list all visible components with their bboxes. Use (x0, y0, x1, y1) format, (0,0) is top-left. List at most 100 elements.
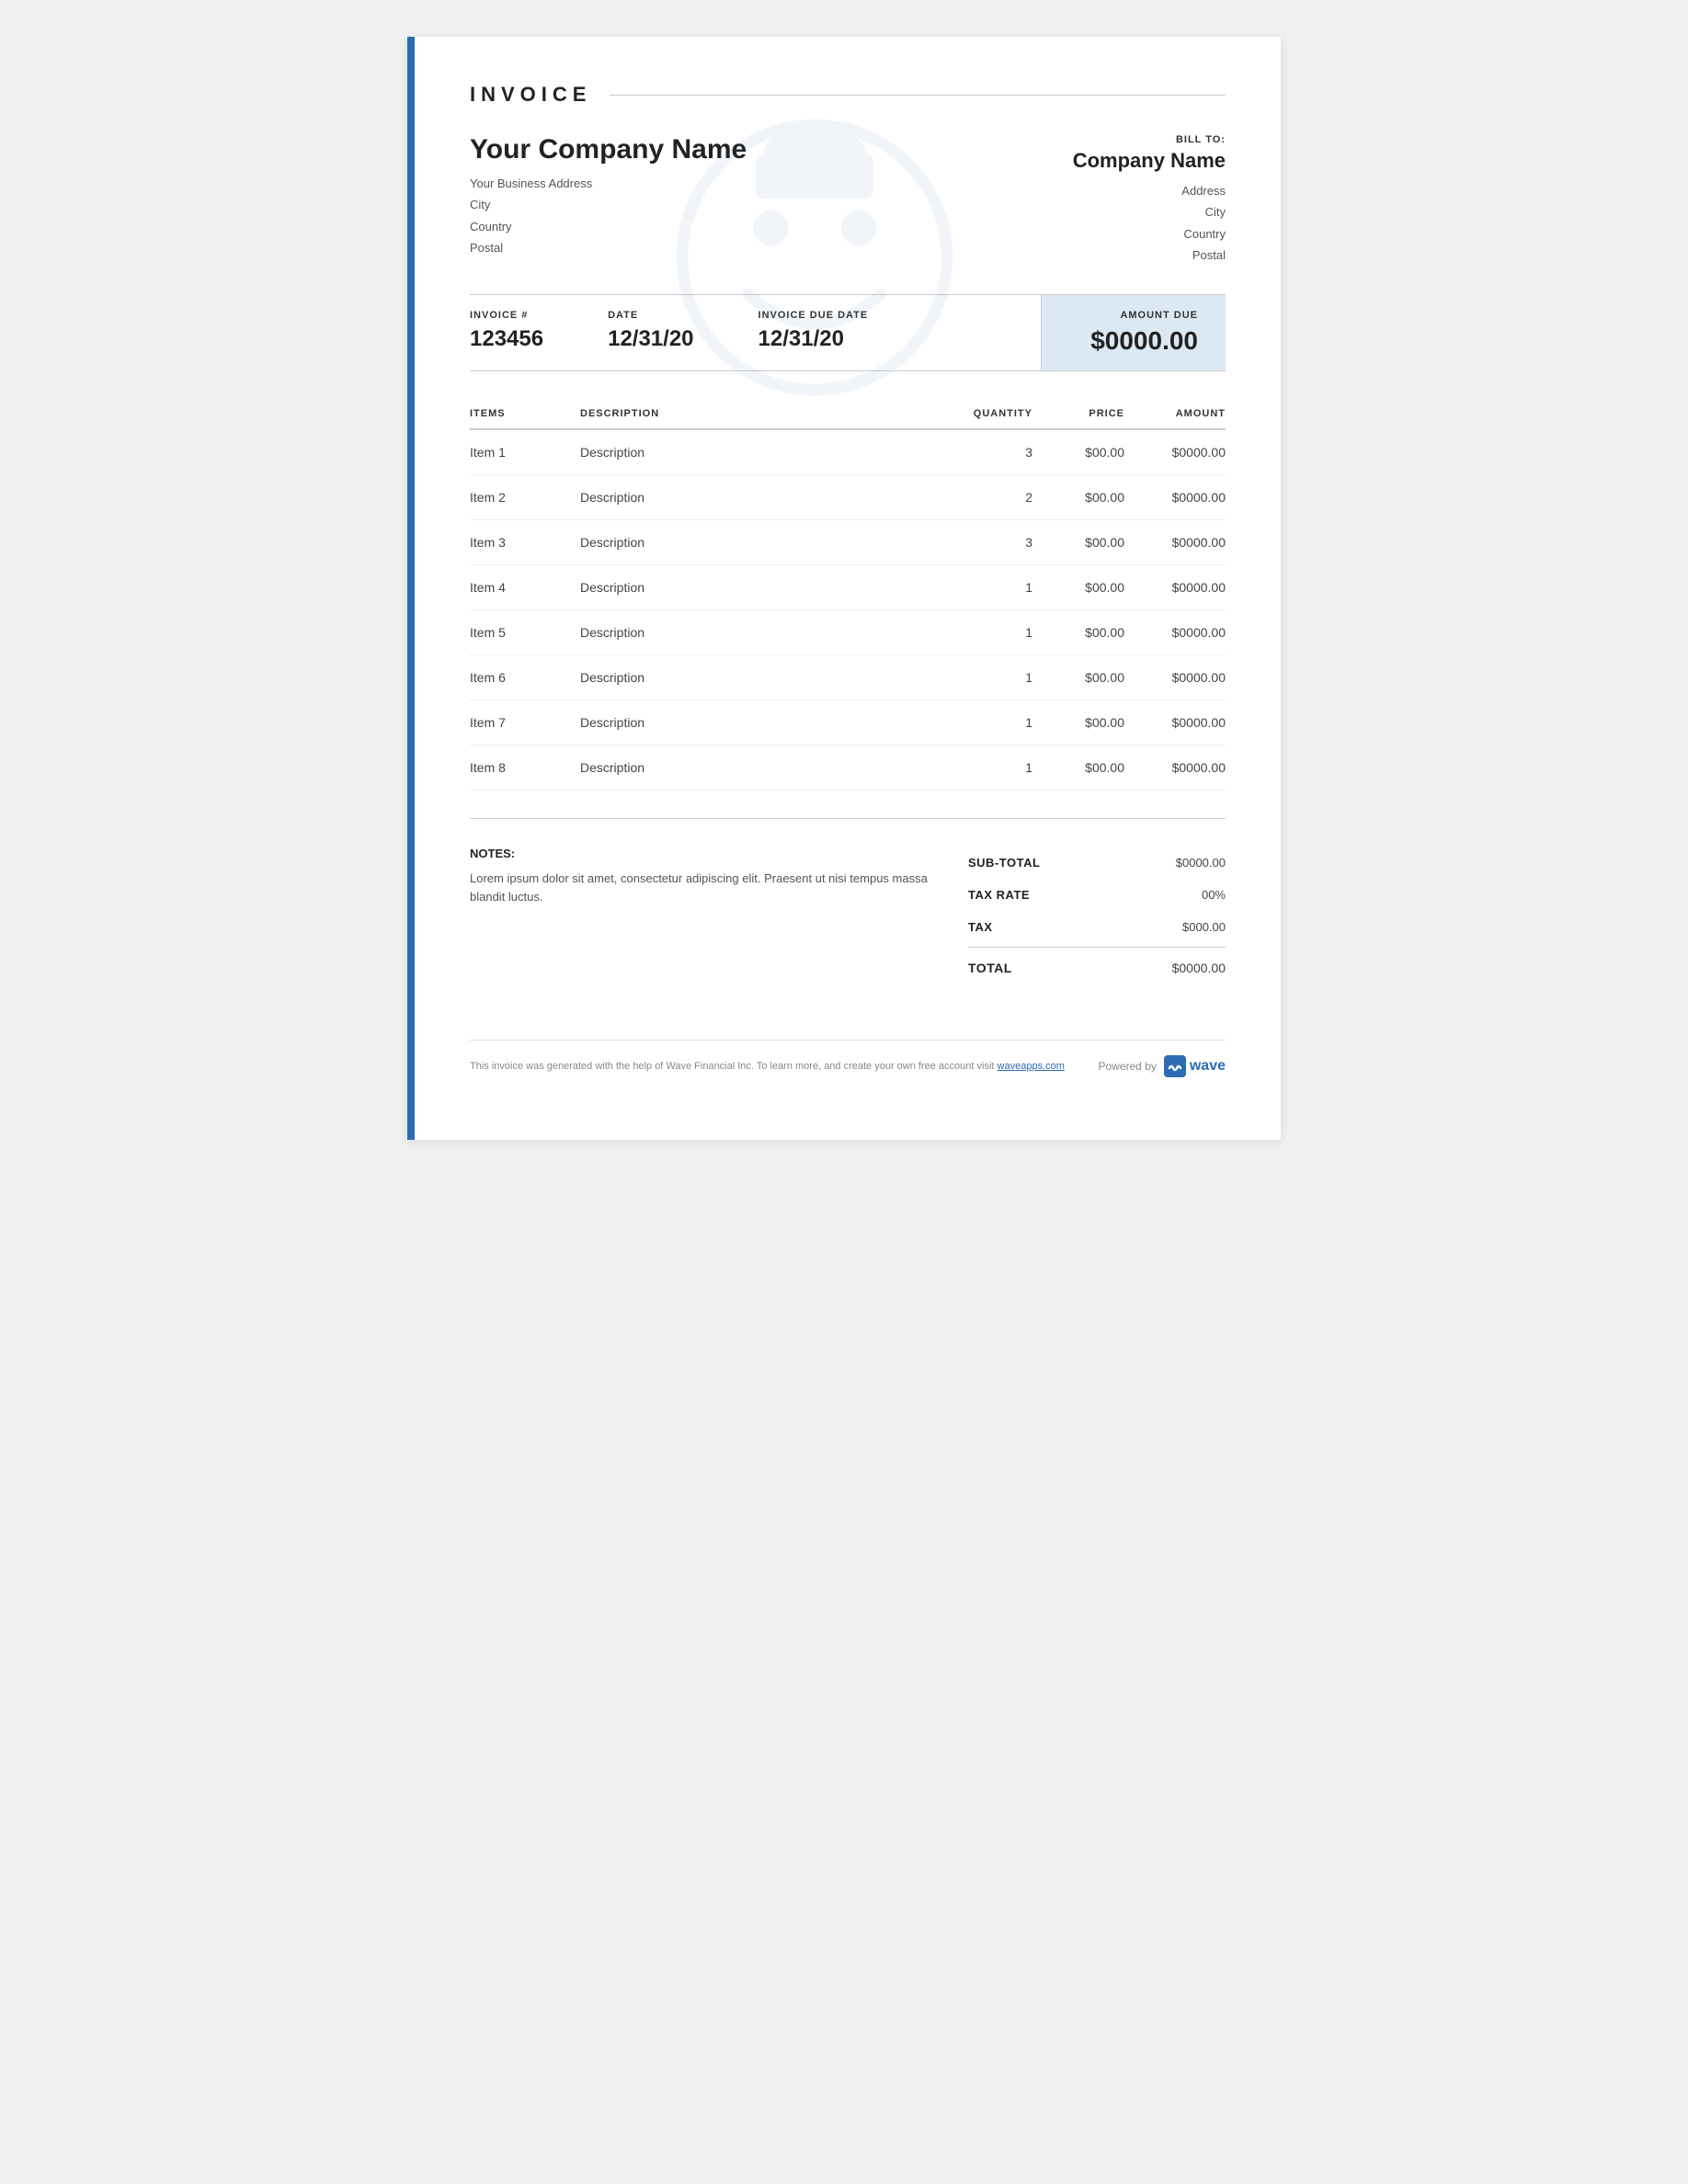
notes-block: NOTES: Lorem ipsum dolor sit amet, conse… (470, 847, 931, 984)
col-header-quantity: QUANTITY (941, 399, 1032, 429)
date-label: DATE (608, 310, 693, 321)
from-company-name: Your Company Name (470, 134, 747, 165)
section-divider (470, 818, 1226, 819)
item-amount: $0000.00 (1124, 519, 1226, 564)
tax-value: $000.00 (1182, 920, 1226, 934)
totals-block: SUB-TOTAL $0000.00 TAX RATE 00% TAX $000… (968, 847, 1226, 984)
wave-icon (1164, 1055, 1186, 1077)
to-company-name: Company Name (1073, 149, 1226, 173)
item-quantity: 3 (941, 519, 1032, 564)
item-amount: $0000.00 (1124, 654, 1226, 700)
invoice-title-row: INVOICE (470, 83, 1226, 107)
notes-text: Lorem ipsum dolor sit amet, consectetur … (470, 870, 931, 908)
item-name: Item 4 (470, 564, 580, 609)
wave-label: wave (1190, 1058, 1226, 1075)
item-description: Description (580, 745, 941, 790)
items-table: ITEMS DESCRIPTION QUANTITY PRICE AMOUNT … (470, 399, 1226, 791)
table-row: Item 3 Description 3 $00.00 $0000.00 (470, 519, 1226, 564)
to-block: BILL TO: Company Name Address City Count… (1073, 134, 1226, 267)
item-amount: $0000.00 (1124, 700, 1226, 745)
invoice-page: INVOICE Your Company Name Your Business … (407, 37, 1281, 1140)
total-row: TOTAL $0000.00 (968, 951, 1226, 984)
item-name: Item 6 (470, 654, 580, 700)
tax-rate-row: TAX RATE 00% (968, 879, 1226, 911)
tax-rate-label: TAX RATE (968, 888, 1030, 902)
due-date-label: INVOICE DUE DATE (758, 310, 869, 321)
item-description: Description (580, 700, 941, 745)
table-row: Item 1 Description 3 $00.00 $0000.00 (470, 429, 1226, 475)
footer-text-content: This invoice was generated with the help… (470, 1061, 994, 1072)
col-header-amount: AMOUNT (1124, 399, 1226, 429)
total-label: TOTAL (968, 961, 1012, 975)
table-row: Item 5 Description 1 $00.00 $0000.00 (470, 609, 1226, 654)
item-name: Item 7 (470, 700, 580, 745)
item-amount: $0000.00 (1124, 564, 1226, 609)
footer-powered: Powered by wave (1098, 1055, 1226, 1077)
item-price: $00.00 (1032, 700, 1124, 745)
table-row: Item 7 Description 1 $00.00 $0000.00 (470, 700, 1226, 745)
date-cell: DATE 12/31/20 (608, 295, 721, 370)
to-address: Address (1073, 180, 1226, 201)
bottom-section: NOTES: Lorem ipsum dolor sit amet, conse… (470, 847, 1226, 984)
item-description: Description (580, 519, 941, 564)
invoice-title: INVOICE (470, 83, 591, 107)
invoice-content: INVOICE Your Company Name Your Business … (407, 37, 1281, 1123)
item-quantity: 1 (941, 564, 1032, 609)
item-quantity: 1 (941, 654, 1032, 700)
title-divider (610, 95, 1226, 96)
subtotal-row: SUB-TOTAL $0000.00 (968, 847, 1226, 879)
item-description: Description (580, 654, 941, 700)
item-description: Description (580, 609, 941, 654)
table-row: Item 2 Description 2 $00.00 $0000.00 (470, 474, 1226, 519)
from-block: Your Company Name Your Business Address … (470, 134, 747, 267)
col-header-items: ITEMS (470, 399, 580, 429)
meta-left: INVOICE # 123456 DATE 12/31/20 INVOICE D… (470, 295, 1042, 370)
amount-due-label: AMOUNT DUE (1120, 310, 1198, 321)
item-name: Item 1 (470, 429, 580, 475)
item-price: $00.00 (1032, 745, 1124, 790)
item-amount: $0000.00 (1124, 609, 1226, 654)
powered-by-text: Powered by (1098, 1060, 1156, 1073)
item-price: $00.00 (1032, 429, 1124, 475)
item-quantity: 2 (941, 474, 1032, 519)
from-postal: Postal (470, 237, 747, 258)
item-price: $00.00 (1032, 519, 1124, 564)
item-price: $00.00 (1032, 474, 1124, 519)
item-quantity: 1 (941, 609, 1032, 654)
item-amount: $0000.00 (1124, 429, 1226, 475)
tax-rate-value: 00% (1202, 888, 1226, 902)
meta-section: INVOICE # 123456 DATE 12/31/20 INVOICE D… (470, 294, 1226, 371)
due-date-cell: INVOICE DUE DATE 12/31/20 (758, 295, 896, 370)
item-name: Item 5 (470, 609, 580, 654)
notes-label: NOTES: (470, 847, 931, 860)
item-description: Description (580, 429, 941, 475)
table-row: Item 4 Description 1 $00.00 $0000.00 (470, 564, 1226, 609)
totals-divider (968, 947, 1226, 948)
item-description: Description (580, 474, 941, 519)
wave-logo: wave (1164, 1055, 1226, 1077)
invoice-num-cell: INVOICE # 123456 (470, 295, 571, 370)
item-name: Item 3 (470, 519, 580, 564)
to-country: Country (1073, 223, 1226, 245)
table-header-row: ITEMS DESCRIPTION QUANTITY PRICE AMOUNT (470, 399, 1226, 429)
invoice-num-label: INVOICE # (470, 310, 543, 321)
table-row: Item 8 Description 1 $00.00 $0000.00 (470, 745, 1226, 790)
to-postal: Postal (1073, 245, 1226, 266)
item-price: $00.00 (1032, 609, 1124, 654)
item-name: Item 8 (470, 745, 580, 790)
total-value: $0000.00 (1172, 961, 1226, 975)
amount-due-cell: AMOUNT DUE $0000.00 (1042, 295, 1226, 370)
footer-link[interactable]: waveapps.com (998, 1061, 1065, 1072)
to-city: City (1073, 201, 1226, 222)
from-address: Your Business Address (470, 173, 747, 194)
tax-row: TAX $000.00 (968, 911, 1226, 943)
item-amount: $0000.00 (1124, 745, 1226, 790)
item-price: $00.00 (1032, 654, 1124, 700)
item-quantity: 1 (941, 700, 1032, 745)
company-section: Your Company Name Your Business Address … (470, 134, 1226, 267)
item-description: Description (580, 564, 941, 609)
footer: This invoice was generated with the help… (470, 1040, 1226, 1077)
from-city: City (470, 194, 747, 215)
item-price: $00.00 (1032, 564, 1124, 609)
bill-to-label: BILL TO: (1073, 134, 1226, 145)
